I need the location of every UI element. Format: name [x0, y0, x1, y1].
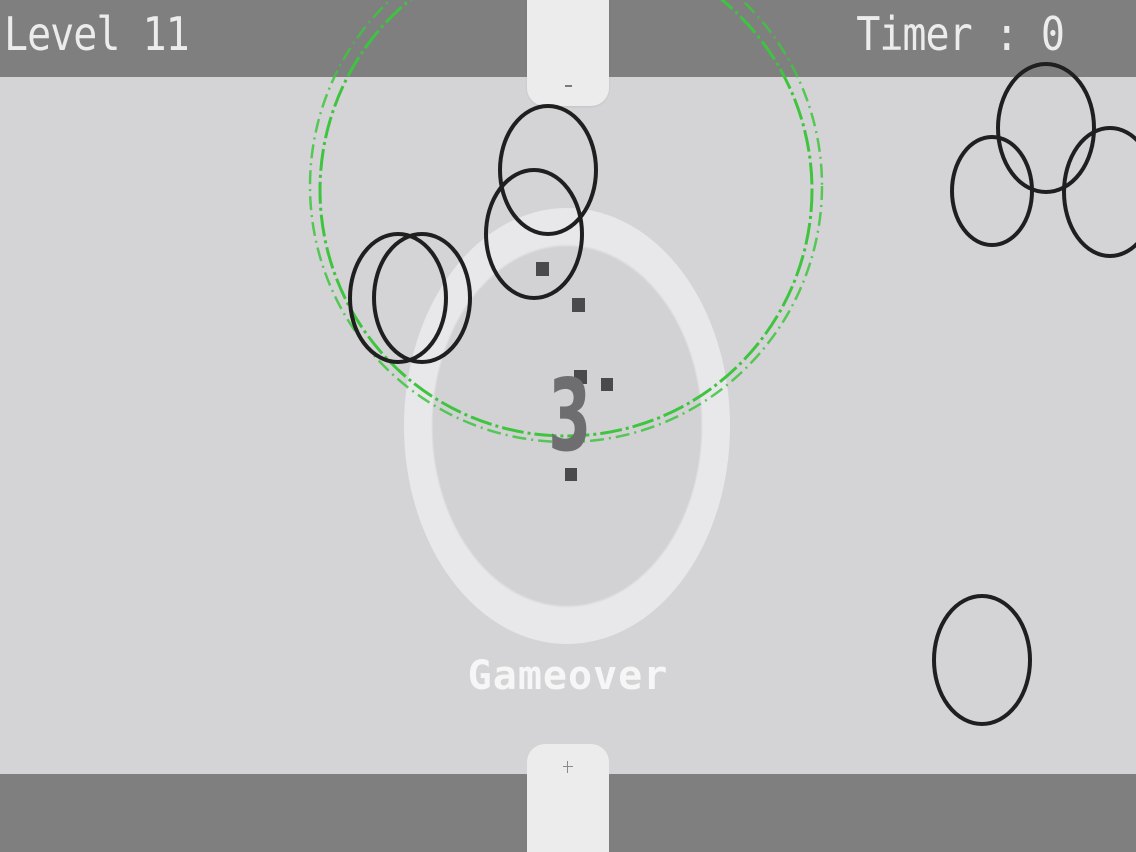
timer-label: Timer : 0	[856, 8, 1065, 62]
ball	[372, 232, 472, 364]
particle	[572, 298, 585, 312]
level-label: Level 11	[4, 8, 190, 62]
particle	[536, 262, 549, 276]
ball	[932, 594, 1032, 726]
gameover-label: Gameover	[467, 653, 669, 699]
ball	[484, 168, 584, 300]
ball	[348, 232, 448, 364]
particle	[601, 378, 613, 391]
countdown-number: 3	[548, 357, 592, 474]
ball	[996, 62, 1096, 194]
game-stage[interactable]: 3 Gameover Level 11 Timer : 0	[0, 0, 1136, 852]
ball	[1062, 126, 1136, 258]
ball	[950, 135, 1034, 247]
